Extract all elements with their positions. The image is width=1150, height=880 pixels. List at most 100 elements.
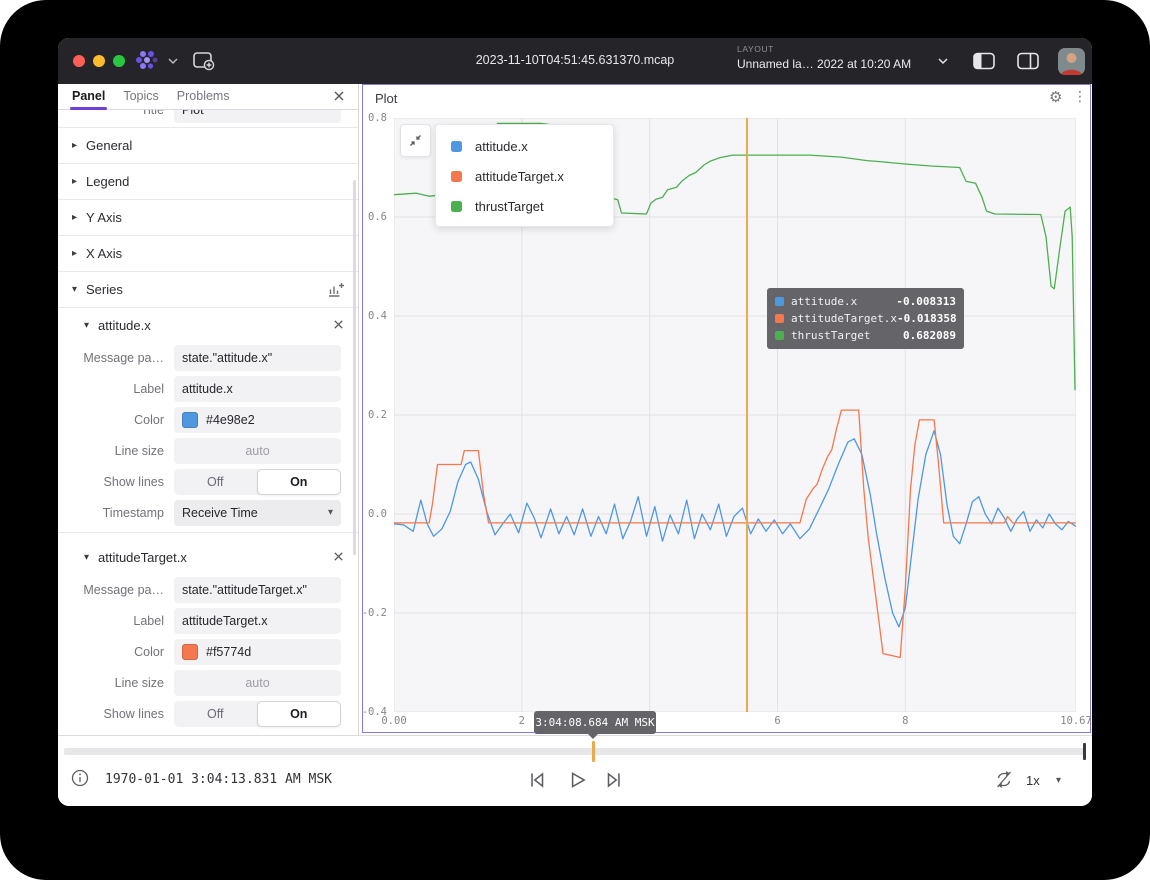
message-path-input[interactable]: state."attitudeTarget.x" [174,577,341,603]
caret-right-icon: ▸ [72,176,86,187]
layout-name: Unnamed la… 2022 at 10:20 AM [737,57,911,71]
show-lines-toggle: Off On [174,701,341,727]
sidebar-close-button[interactable] [332,89,346,103]
layout-selector[interactable]: LAYOUT Unnamed la… 2022 at 10:20 AM [737,44,911,71]
sidebar-scrollbar[interactable] [353,180,356,555]
app-window: 2023-11-10T04:51:45.631370.mcap LAYOUT U… [58,38,1092,806]
panel-menu-kebab-icon[interactable]: ⋮ [1073,89,1087,105]
show-lines-toggle: Off On [174,469,341,495]
tab-topics[interactable]: Topics [123,89,158,105]
color-input[interactable]: #4e98e2 [174,407,341,433]
show-lines-off-button[interactable]: Off [174,701,257,727]
section-series[interactable]: ▾ Series [58,272,358,308]
tab-panel[interactable]: Panel [72,89,105,105]
message-path-input[interactable]: state."attitude.x" [174,345,341,371]
seek-backward-button[interactable] [526,769,548,791]
series-color-chip [775,331,784,340]
title-bar: 2023-11-10T04:51:45.631370.mcap LAYOUT U… [58,38,1092,84]
close-window-button[interactable] [73,55,85,67]
message-path-row: Message pa… state."attitude.x" [58,342,358,373]
add-panel-button[interactable] [192,50,216,72]
color-row: Color #f5774d [58,636,358,667]
right-sidebar-toggle-button[interactable] [1016,51,1040,71]
section-legend[interactable]: ▸ Legend [58,164,358,200]
timeline-end-marker [1083,743,1086,760]
label-input[interactable]: attitude.x [174,376,341,402]
title-field-label: Title [58,110,174,117]
caret-right-icon: ▸ [72,212,86,223]
y-tick-label: 0.8 [368,112,387,124]
user-avatar[interactable] [1058,48,1085,75]
color-swatch[interactable] [182,644,198,660]
caret-down-icon: ▾ [72,284,86,295]
play-button[interactable] [566,769,588,791]
timestamp-select[interactable]: Receive Time ▾ [174,500,341,526]
show-lines-on-button[interactable]: On [257,469,342,495]
app-menu-chevron-icon[interactable] [168,57,178,65]
plot-panel[interactable]: Plot ⚙ ⋮ 0.80.60.40.20.0-0.2-0.4 0.00246… [362,84,1091,733]
add-series-button[interactable] [327,281,345,298]
maximize-window-button[interactable] [113,55,125,67]
label-row: Label attitude.x [58,373,358,404]
caret-right-icon: ▸ [72,140,86,151]
foxglove-logo-icon[interactable] [134,49,160,71]
left-sidebar-toggle-button[interactable] [972,51,996,71]
show-lines-row: Show lines Off On [58,698,358,729]
screen-background: 2023-11-10T04:51:45.631370.mcap LAYOUT U… [0,0,1150,880]
speed-chevron-icon[interactable]: ▾ [1056,775,1061,786]
playback-info-button[interactable] [71,769,89,787]
tab-problems[interactable]: Problems [177,89,230,105]
tooltip-row: attitude.x -0.008313 [775,293,956,310]
sidebar-divider [358,84,359,735]
y-axis-labels: 0.80.60.40.20.0-0.2-0.4 [363,118,390,712]
seek-forward-button[interactable] [603,769,625,791]
show-lines-on-button[interactable]: On [257,701,342,727]
data-source-title[interactable]: 2023-11-10T04:51:45.631370.mcap [395,53,755,67]
legend-collapse-button[interactable] [400,124,431,157]
section-y-axis[interactable]: ▸ Y Axis [58,200,358,236]
color-swatch[interactable] [182,412,198,428]
color-input[interactable]: #f5774d [174,639,341,665]
playback-position-line [746,118,748,712]
line-size-input[interactable]: auto [174,670,341,696]
scrubber-hover-time-tooltip: 3:04:08.684 AM MSK [534,711,656,734]
legend-item-attitude-target-x[interactable]: attitudeTarget.x [436,161,613,191]
series-color-chip [451,171,462,182]
legend-item-thrust-target[interactable]: thrustTarget [436,191,613,221]
remove-series-button[interactable] [332,318,345,331]
panel-settings-gear-icon[interactable]: ⚙ [1049,88,1062,106]
label-input[interactable]: attitudeTarget.x [174,608,341,634]
section-x-axis[interactable]: ▸ X Axis [58,236,358,272]
series-line-attitude.x [394,431,1076,627]
minimize-window-button[interactable] [93,55,105,67]
remove-series-button[interactable] [332,550,345,563]
line-size-row: Line size auto [58,435,358,466]
line-size-row: Line size auto [58,667,358,698]
show-lines-row: Show lines Off On [58,466,358,497]
series-attitude-target-x-header[interactable]: ▾ attitudeTarget.x [58,540,358,574]
timeline-playhead[interactable] [592,741,595,762]
layout-label: LAYOUT [737,44,911,54]
x-tick-label: 8 [902,715,908,727]
current-timestamp: 1970-01-01 3:04:13.831 AM MSK [105,772,332,787]
series-attitude-x-header[interactable]: ▾ attitude.x [58,308,358,342]
sidebar-tabs: Panel Topics Problems [58,84,358,110]
layout-chevron-icon[interactable] [938,57,948,65]
loop-playback-off-button[interactable] [994,770,1014,789]
line-size-input[interactable]: auto [174,438,341,464]
message-path-row: Message pa… state."attitudeTarget.x" [58,574,358,605]
y-tick-label: 0.0 [368,508,387,520]
y-tick-label: 0.6 [368,211,387,223]
timeline-scrubber[interactable] [64,748,1086,755]
section-general[interactable]: ▸ General [58,128,358,164]
show-lines-off-button[interactable]: Off [174,469,257,495]
y-tick-label: -0.2 [362,607,387,619]
legend-item-attitude-x[interactable]: attitude.x [436,131,613,161]
title-field-input[interactable]: Plot [174,110,341,123]
y-tick-label: 0.2 [368,409,387,421]
playback-speed[interactable]: 1x [1026,773,1040,788]
x-tick-label: 2 [519,715,525,727]
tooltip-row: attitudeTarget.x -0.018358 [775,310,956,327]
x-tick-label: 6 [774,715,780,727]
y-tick-label: 0.4 [368,310,387,322]
